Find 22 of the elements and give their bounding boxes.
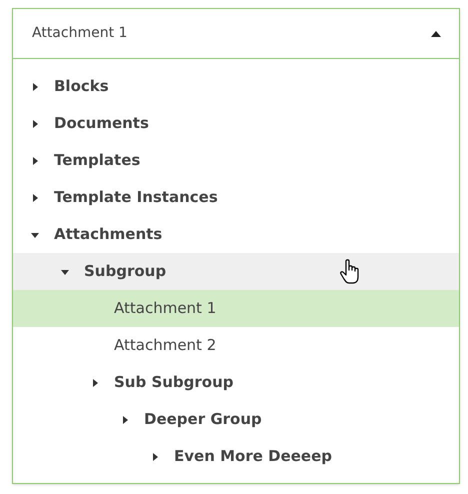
caret-right-icon (121, 416, 129, 424)
tree-item[interactable]: Attachment 2 (13, 327, 459, 364)
tree-item[interactable]: Blocks (13, 68, 459, 105)
tree-item[interactable]: Subgroup (13, 253, 459, 290)
tree-item[interactable]: Templates (13, 142, 459, 179)
caret-up-icon (431, 30, 441, 36)
caret-right-icon (31, 194, 39, 202)
tree-item[interactable]: Template Instances (13, 179, 459, 216)
tree-item[interactable]: Even More Deeeep (13, 438, 459, 475)
caret-down-icon (61, 268, 69, 276)
tree-item[interactable]: Documents (13, 105, 459, 142)
caret-right-icon (31, 120, 39, 128)
caret-down-icon (31, 230, 39, 238)
tree-item[interactable]: Attachment 1 (13, 290, 459, 327)
select-field[interactable]: Attachment 1 (13, 9, 459, 59)
caret-right-icon (151, 452, 159, 460)
tree-item[interactable]: Deeper Group (13, 401, 459, 438)
caret-right-icon (91, 378, 99, 386)
tree-item[interactable]: Attachments (13, 216, 459, 253)
caret-right-icon (31, 82, 39, 90)
tree-item[interactable]: Sub Subgroup (13, 364, 459, 401)
caret-right-icon (31, 156, 39, 164)
